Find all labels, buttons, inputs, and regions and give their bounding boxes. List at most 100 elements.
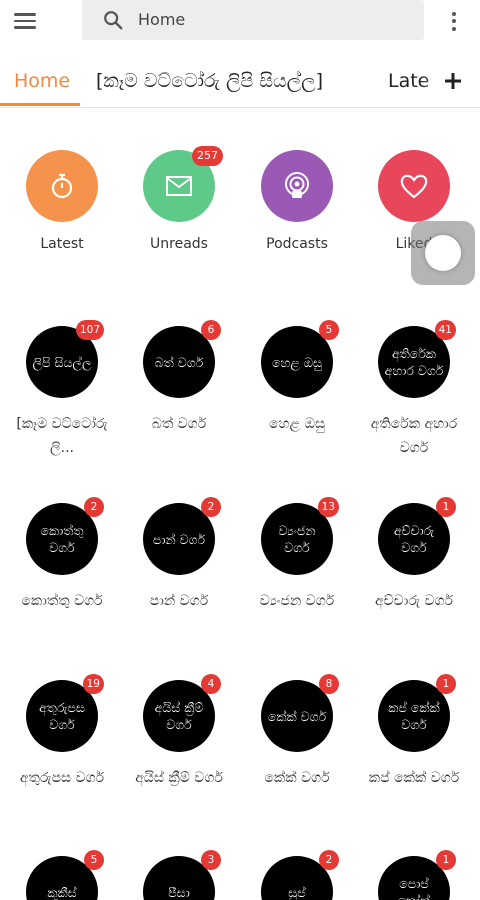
feed-item[interactable]: අතිරේක අහාර වර්ග 41 අතිරේක අහාර වර්ග (359, 320, 469, 460)
feed-avatar-text: කොත්තු වර්ග (40, 523, 84, 555)
feed-avatar: අතිරේක අහාර වර්ග 41 (378, 320, 456, 398)
unread-count-badge: 19 (82, 674, 104, 694)
feed-avatar-text: බත් වර්ග (154, 354, 204, 370)
feed-avatar: සුප් 2 (261, 850, 339, 900)
feed-item[interactable]: කේක් වර්ග 8 කේක් වර්ග (242, 674, 352, 790)
feed-item[interactable]: සුප් 2 (242, 850, 352, 900)
feed-item[interactable]: ව්‍යංජන වර්ග 13 ව්‍යංජන වර්ග (242, 497, 352, 613)
latest-label: Latest (40, 236, 84, 252)
quick-link-unreads[interactable]: 257 Unreads (124, 146, 234, 252)
feed-item[interactable]: අච්චාරු වර්ග 1 අච්චාරු වර්ග (359, 497, 469, 613)
feed-item[interactable]: පාන් වර්ග 2 පාන් වර්ග (124, 497, 234, 613)
liked-circle (378, 150, 450, 222)
feed-item[interactable]: හෙළ ඔසු 5 හෙළ ඔසු (242, 320, 352, 436)
feed-avatar-text: අච්චාරු වර්ග (393, 523, 435, 555)
feed-avatar: අතුරුපස වර්ග 19 (26, 674, 104, 752)
unread-count-badge: 6 (201, 320, 221, 340)
unread-count-badge: 2 (319, 850, 339, 870)
search-bar[interactable]: Home (82, 0, 424, 40)
feed-item[interactable]: කොත්තු වර්ග 2 කොත්තු වර්ග (7, 497, 117, 613)
feed-avatar-text: සුප් (288, 884, 306, 900)
feed-item[interactable]: ලිපි සියල්ල 107 [කෑම වට්ටෝරු ලි... (7, 320, 117, 460)
feed-avatar-text: පීසා (168, 884, 190, 900)
quick-link-latest[interactable]: Latest (7, 150, 117, 252)
feed-avatar: ව්‍යංජන වර්ග 13 (261, 497, 339, 575)
unread-count-badge: 1 (436, 497, 456, 517)
tab-home[interactable]: Home (14, 56, 70, 106)
feed-item[interactable]: පීසා 3 (124, 850, 234, 900)
search-placeholder: Home (138, 10, 186, 29)
feed-avatar: ලිපි සියල්ල 107 (26, 320, 104, 398)
feed-avatar: හෙළ ඔසු 5 (261, 320, 339, 398)
feed-label: පාන් වර්ග (149, 593, 209, 609)
add-tab-icon[interactable] (441, 66, 465, 96)
unreads-circle: 257 (143, 146, 223, 222)
podcasts-label: Podcasts (266, 236, 328, 252)
more-options-icon[interactable] (446, 8, 462, 34)
feed-label: අතුරුපස වර්ග (19, 770, 105, 786)
feed-avatar-text: අයිස් ක්‍රීම් වර්ග (154, 700, 204, 732)
feed-avatar: කප් කේක් වර්ග 1 (378, 674, 456, 752)
unread-count-badge: 107 (75, 320, 104, 340)
search-icon (104, 11, 123, 30)
unread-count-badge: 2 (84, 497, 104, 517)
feed-item[interactable]: කුකීස් 5 (7, 850, 117, 900)
unread-count-badge: 13 (317, 497, 339, 517)
feed-label: කොත්තු වර්ග (21, 593, 103, 609)
hamburger-menu-icon[interactable] (14, 7, 44, 35)
feed-avatar-text: ලිපි සියල්ල (32, 354, 92, 370)
latest-circle (26, 150, 98, 222)
feed-avatar: අයිස් ක්‍රීම් වර්ග 4 (143, 674, 221, 752)
podcast-icon (285, 172, 309, 198)
unread-count-badge: 3 (201, 850, 221, 870)
feed-item[interactable]: බත් වර්ග 6 බත් වර්ග (124, 320, 234, 436)
feed-avatar-text: අතිරේක අහාර වර්ග (384, 346, 444, 378)
feed-avatar-text: පොප් කෝන් (398, 876, 431, 900)
unread-count-badge: 8 (319, 674, 339, 694)
feed-avatar-text: කප් කේක් වර්ග (388, 700, 440, 732)
feed-label: හෙළ ඔසු (268, 416, 326, 432)
feed-avatar-text: කුකීස් (47, 884, 77, 900)
feed-label: අතිරේක අහාර වර්ග (370, 416, 458, 456)
tab-all-recipes[interactable]: [කෑම වට්ටෝරු ලිපි සියල්ල] (96, 56, 323, 106)
feed-item[interactable]: කප් කේක් වර්ග 1 කප් කේක් වර්ග (359, 674, 469, 790)
feed-avatar: කොත්තු වර්ග 2 (26, 497, 104, 575)
top-bar: Home (0, 0, 480, 42)
feed-avatar-text: ව්‍යංජන වර්ග (278, 523, 316, 555)
unread-count-badge: 2 (201, 497, 221, 517)
feed-avatar: බත් වර්ග 6 (143, 320, 221, 398)
feed-avatar-text: කේක් වර්ග (267, 708, 327, 724)
feed-avatar: අච්චාරු වර්ග 1 (378, 497, 456, 575)
unreads-label: Unreads (150, 236, 208, 252)
unread-count-badge: 1 (436, 674, 456, 694)
feed-item[interactable]: අයිස් ක්‍රීම් වර්ග 4 අයිස් ක්‍රීම් වර්ග (124, 674, 234, 790)
feed-avatar-text: පාන් වර්ග (152, 531, 206, 547)
unread-count-badge: 5 (84, 850, 104, 870)
feed-label: කප් කේක් වර්ග (368, 770, 460, 786)
feed-avatar: පාන් වර්ග 2 (143, 497, 221, 575)
feed-avatar: පීසා 3 (143, 850, 221, 900)
feed-avatar-text: හෙළ ඔසු (271, 354, 323, 370)
feed-item[interactable]: අතුරුපස වර්ග 19 අතුරුපස වර්ග (7, 674, 117, 790)
feed-label: [කෑම වට්ටෝරු ලි... (16, 416, 108, 456)
mail-icon (166, 176, 192, 196)
unread-count-badge: 5 (319, 320, 339, 340)
unreads-badge: 257 (192, 146, 223, 166)
unread-count-badge: 41 (434, 320, 456, 340)
feed-label: ව්‍යංජන වර්ග (259, 593, 335, 609)
active-tab-indicator (0, 103, 80, 106)
feed-avatar-text: අතුරුපස වර්ග (39, 700, 85, 732)
feed-avatar: කුකීස් 5 (26, 850, 104, 900)
feed-item[interactable]: පොප් කෝන් 1 (359, 850, 469, 900)
unread-count-badge: 1 (436, 850, 456, 870)
feed-label: අච්චාරු වර්ග (374, 593, 454, 609)
podcasts-circle (261, 150, 333, 222)
feed-label: කේක් වර්ග (264, 770, 330, 786)
stopwatch-icon (51, 173, 73, 199)
quick-link-podcasts[interactable]: Podcasts (242, 150, 352, 252)
floating-assistive-button[interactable] (411, 221, 475, 285)
feed-label: බත් වර්ග (151, 416, 207, 432)
unread-count-badge: 4 (201, 674, 221, 694)
feed-label: අයිස් ක්‍රීම් වර්ග (135, 770, 223, 786)
heart-icon (400, 174, 428, 199)
